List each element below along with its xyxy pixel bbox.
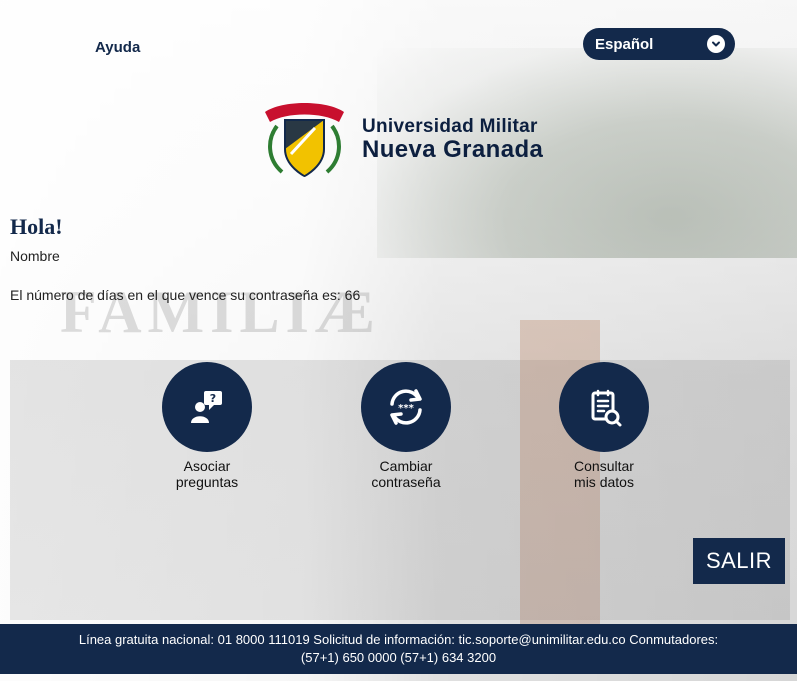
password-refresh-icon: ***: [390, 389, 422, 425]
university-crest-icon: [265, 102, 344, 177]
view-data-button[interactable]: [559, 362, 649, 452]
greeting-title: Hola!: [10, 214, 63, 239]
change-password-label: Cambiar contraseña: [371, 458, 441, 491]
chevron-down-icon: [707, 35, 725, 53]
university-name-line2: Nueva Granada: [362, 135, 544, 163]
password-expiry-message: El número de días en el que vence su con…: [10, 287, 360, 303]
view-data-label: Consultar mis datos: [574, 458, 634, 491]
language-select[interactable]: Español: [583, 28, 735, 60]
action-associate-questions[interactable]: ? Asociar preguntas: [132, 362, 282, 490]
help-link[interactable]: Ayuda: [95, 39, 140, 56]
footer: Línea gratuita nacional: 01 8000 111019 …: [0, 624, 797, 674]
associate-questions-button[interactable]: ?: [162, 362, 252, 452]
top-bar: Ayuda Español: [0, 0, 797, 80]
footer-line-2: (57+1) 650 0000 (57+1) 634 3200: [300, 650, 497, 665]
action-change-password[interactable]: *** Cambiar contraseña: [331, 362, 481, 490]
svg-text:?: ?: [210, 392, 216, 405]
password-expiry-days: 66: [344, 287, 361, 303]
associate-questions-label: Asociar preguntas: [175, 458, 239, 491]
university-logo: Universidad Militar Nueva Granada: [257, 92, 557, 187]
action-view-data[interactable]: Consultar mis datos: [529, 362, 679, 490]
language-selected: Español: [595, 35, 654, 53]
university-name-line1: Universidad Militar: [362, 115, 538, 137]
document-search-icon: [591, 389, 622, 427]
svg-text:***: ***: [398, 403, 414, 414]
user-name: Nombre: [10, 248, 60, 264]
question-person-icon: ?: [191, 391, 222, 423]
password-expiry-text: El número de días en el que vence su con…: [10, 287, 341, 303]
change-password-button[interactable]: ***: [361, 362, 451, 452]
university-name: Universidad Militar Nueva Granada: [362, 115, 544, 163]
footer-line-1: Línea gratuita nacional: 01 8000 111019 …: [78, 632, 719, 648]
logout-button[interactable]: SALIR: [693, 538, 785, 584]
